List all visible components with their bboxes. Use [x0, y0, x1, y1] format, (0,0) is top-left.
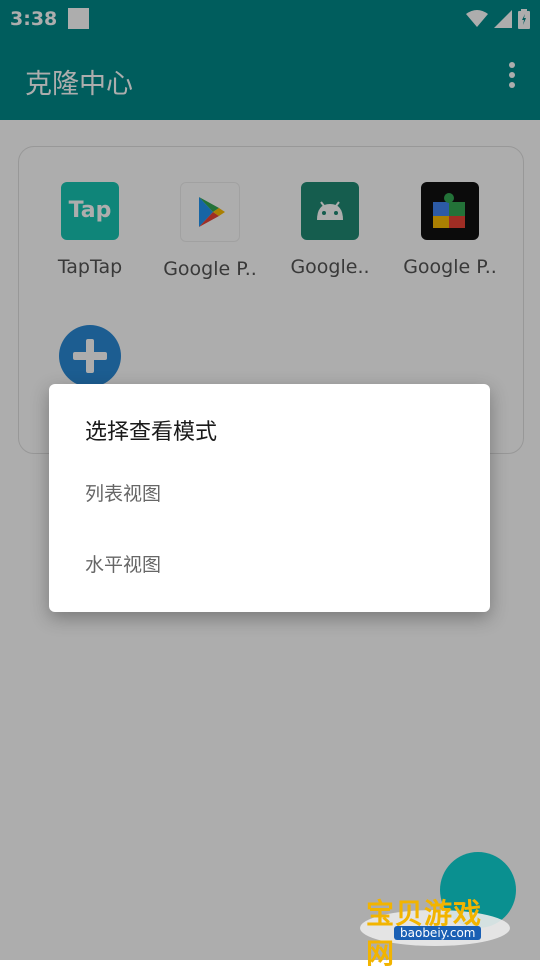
- watermark-url: baobeiy.com: [394, 926, 482, 940]
- view-mode-dialog: 选择查看模式 列表视图 水平视图: [49, 384, 490, 612]
- option-horizontal-view[interactable]: 水平视图: [85, 545, 465, 585]
- option-list-view[interactable]: 列表视图: [85, 474, 465, 514]
- dialog-title: 选择查看模式: [85, 420, 218, 445]
- watermark-logo: 宝贝游戏网 baobeiy.com: [360, 866, 510, 970]
